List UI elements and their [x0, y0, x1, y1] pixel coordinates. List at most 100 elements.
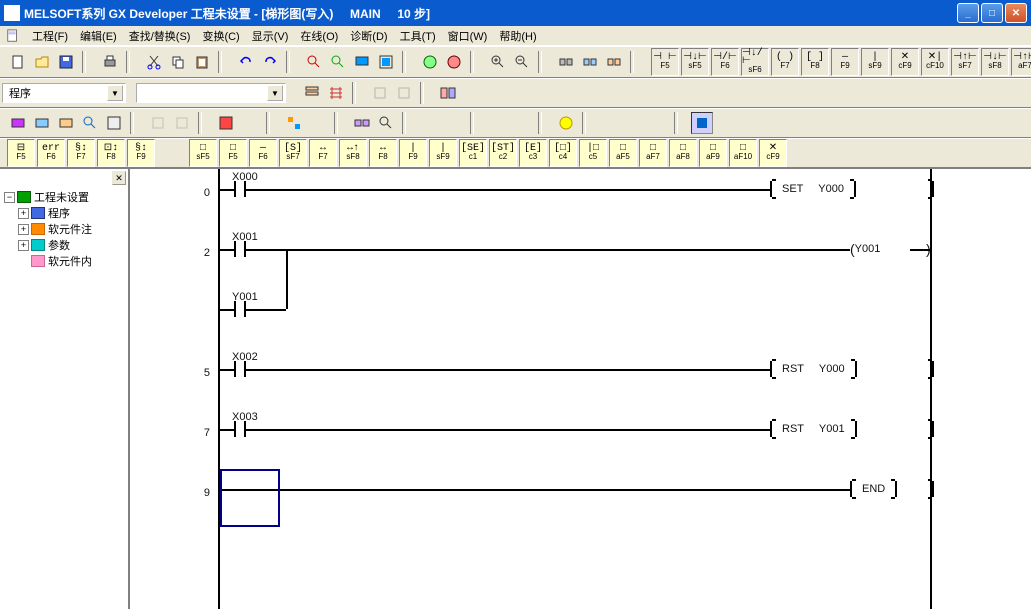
pane-close-button[interactable]: ✕: [112, 171, 126, 185]
edit-14-button[interactable]: [419, 112, 441, 134]
menu-item[interactable]: 显示(V): [246, 29, 295, 45]
edit-10-button[interactable]: [283, 112, 305, 134]
tree-root[interactable]: − 工程未设置: [4, 189, 126, 205]
paste-button[interactable]: [191, 51, 213, 73]
fkey-sF7[interactable]: ⊣↑⊢sF7: [951, 48, 979, 76]
tool-3-button[interactable]: [437, 82, 459, 104]
menu-item[interactable]: 诊断(D): [344, 29, 393, 45]
tree-item-param[interactable]: + 参数: [4, 237, 126, 253]
redo-button[interactable]: [259, 51, 281, 73]
fkey-F7[interactable]: ↔F7: [309, 139, 337, 167]
fkey-aF7[interactable]: ⊣↑⊢aF7: [1011, 48, 1031, 76]
edit-17-button[interactable]: [511, 112, 533, 134]
convert-button[interactable]: [419, 51, 441, 73]
device-button[interactable]: [375, 51, 397, 73]
fkey-aF9[interactable]: □aF9: [699, 139, 727, 167]
monitor-button[interactable]: [351, 51, 373, 73]
fkey-sF8[interactable]: ⊣↓⊢sF8: [981, 48, 1009, 76]
edit-16-button[interactable]: [487, 112, 509, 134]
ladder-editor[interactable]: 0X000SET Y0002X001Y001(Y001)5X002RST Y00…: [130, 169, 1031, 609]
tree-item-program[interactable]: + 程序: [4, 205, 126, 221]
undo-button[interactable]: [235, 51, 257, 73]
fkey-F5[interactable]: ⊣ ⊢F5: [651, 48, 679, 76]
fkey-aF8[interactable]: □aF8: [669, 139, 697, 167]
menu-item[interactable]: 查找/替换(S): [123, 29, 197, 45]
fkey-c1[interactable]: [SE]c1: [459, 139, 487, 167]
edit-11-button[interactable]: [307, 112, 329, 134]
transfer-a-button[interactable]: [555, 51, 577, 73]
menu-item[interactable]: 窗口(W): [442, 29, 494, 45]
edit-3-button[interactable]: [55, 112, 77, 134]
fkey-F8[interactable]: ⊡↕F8: [97, 139, 125, 167]
menu-item[interactable]: 工程(F): [26, 29, 74, 45]
program-type-combo[interactable]: 程序 ▼: [2, 83, 126, 103]
fkey-aF10[interactable]: □aF10: [729, 139, 757, 167]
fkey-sF5[interactable]: ⊣↓⊢sF5: [681, 48, 709, 76]
edit-1-button[interactable]: [7, 112, 29, 134]
tree-item-device[interactable]: 软元件内: [4, 253, 126, 269]
fkey-F9[interactable]: |F9: [399, 139, 427, 167]
transfer-b-button[interactable]: [579, 51, 601, 73]
copy-button[interactable]: [167, 51, 189, 73]
list-mode-button[interactable]: [301, 82, 323, 104]
fkey-c4[interactable]: [□]c4: [549, 139, 577, 167]
maximize-button[interactable]: □: [981, 3, 1003, 23]
menu-item[interactable]: 变换(C): [196, 29, 245, 45]
new-button[interactable]: [7, 51, 29, 73]
edit-7-button[interactable]: [171, 112, 193, 134]
fkey-F9[interactable]: —F9: [831, 48, 859, 76]
ladder-mode-button[interactable]: [325, 82, 347, 104]
close-button[interactable]: ✕: [1005, 3, 1027, 23]
edit-19-button[interactable]: [599, 112, 621, 134]
menu-item[interactable]: 工具(T): [394, 29, 442, 45]
fkey-cF10[interactable]: ✕|cF10: [921, 48, 949, 76]
fkey-F6[interactable]: ⊣/⊢F6: [711, 48, 739, 76]
fkey-sF7[interactable]: [S]sF7: [279, 139, 307, 167]
convert-online-button[interactable]: [443, 51, 465, 73]
fkey-F5[interactable]: ⊟F5: [7, 139, 35, 167]
fkey-cF9[interactable]: ✕cF9: [759, 139, 787, 167]
fkey-aF5[interactable]: □aF5: [609, 139, 637, 167]
expand-icon[interactable]: +: [18, 208, 29, 219]
menu-item[interactable]: 编辑(E): [74, 29, 123, 45]
edit-8-button[interactable]: [215, 112, 237, 134]
expand-icon[interactable]: +: [18, 240, 29, 251]
fkey-aF7[interactable]: □aF7: [639, 139, 667, 167]
print-button[interactable]: [99, 51, 121, 73]
find-a-button[interactable]: [303, 51, 325, 73]
collapse-icon[interactable]: −: [4, 192, 15, 203]
fkey-sF8[interactable]: ↔↑sF8: [339, 139, 367, 167]
fkey-F7[interactable]: §↕F7: [67, 139, 95, 167]
zoom-out-button[interactable]: [511, 51, 533, 73]
edit-5-button[interactable]: [103, 112, 125, 134]
fkey-F6[interactable]: —F6: [249, 139, 277, 167]
fkey-c2[interactable]: [ST]c2: [489, 139, 517, 167]
edit-2-button[interactable]: [31, 112, 53, 134]
edit-13-button[interactable]: [375, 112, 397, 134]
zoom-in-button[interactable]: [487, 51, 509, 73]
transfer-c-button[interactable]: [603, 51, 625, 73]
edit-6-button[interactable]: [147, 112, 169, 134]
menu-item[interactable]: 帮助(H): [493, 29, 542, 45]
project-tree[interactable]: − 工程未设置 + 程序 + 软元件注 + 参数 软: [0, 169, 128, 271]
fkey-sF9[interactable]: |sF9: [429, 139, 457, 167]
edit-9-button[interactable]: [239, 112, 261, 134]
fkey-sF6[interactable]: ⊣↓/⊢sF6: [741, 48, 769, 76]
edit-20-button[interactable]: [623, 112, 645, 134]
fkey-F7[interactable]: ( )F7: [771, 48, 799, 76]
fkey-F9[interactable]: §↕F9: [127, 139, 155, 167]
tree-item-comment[interactable]: + 软元件注: [4, 221, 126, 237]
edit-18-button[interactable]: [555, 112, 577, 134]
edit-12-button[interactable]: [351, 112, 373, 134]
tool-2-button[interactable]: [393, 82, 415, 104]
fkey-F8[interactable]: [ ]F8: [801, 48, 829, 76]
edit-4-button[interactable]: [79, 112, 101, 134]
fkey-sF9[interactable]: |sF9: [861, 48, 889, 76]
program-name-combo[interactable]: ▼: [136, 83, 286, 103]
find-b-button[interactable]: [327, 51, 349, 73]
fkey-F5[interactable]: □F5: [219, 139, 247, 167]
menu-item[interactable]: 在线(O): [294, 29, 344, 45]
cut-button[interactable]: [143, 51, 165, 73]
fkey-c5[interactable]: |□c5: [579, 139, 607, 167]
save-button[interactable]: [55, 51, 77, 73]
